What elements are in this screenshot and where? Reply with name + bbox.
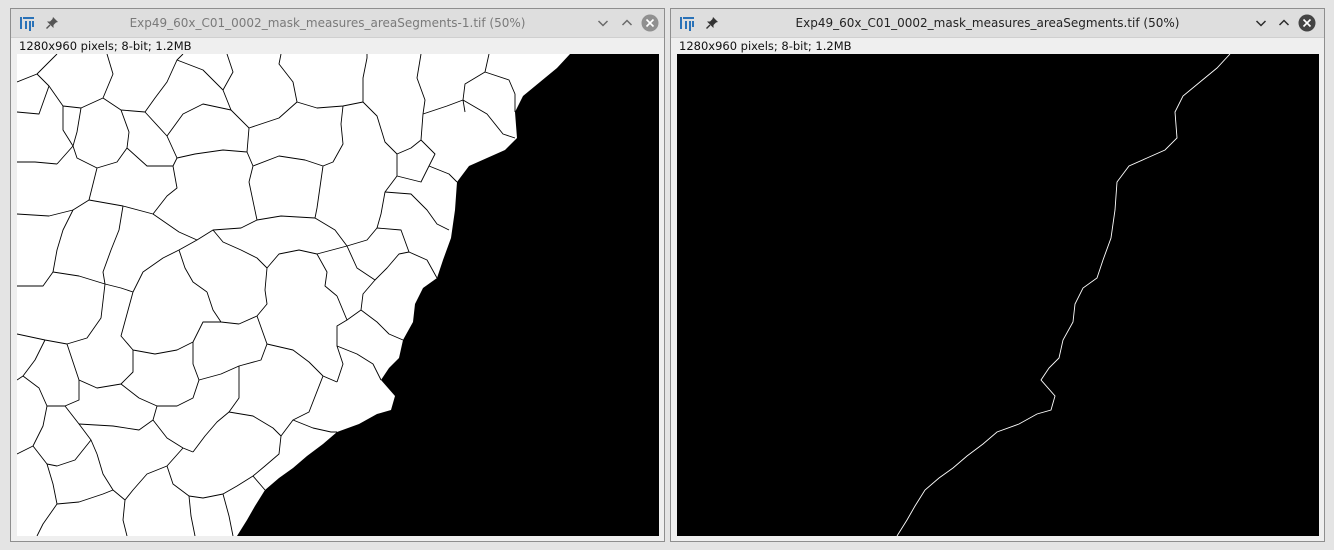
pin-icon[interactable] — [705, 16, 719, 30]
imagej-icon[interactable] — [19, 15, 35, 31]
image-canvas[interactable] — [17, 54, 659, 536]
image-info: 1280x960 pixels; 8-bit; 1.2MB — [19, 39, 192, 53]
close-button[interactable] — [1298, 14, 1316, 32]
chevron-up-icon — [621, 19, 633, 26]
minimize-button[interactable] — [594, 14, 612, 32]
image-info: 1280x960 pixels; 8-bit; 1.2MB — [679, 39, 852, 53]
close-button[interactable] — [641, 14, 659, 32]
window-title: Exp49_60x_C01_0002_mask_measures_areaSeg… — [129, 16, 526, 30]
minimize-button[interactable] — [1252, 14, 1270, 32]
close-icon — [641, 14, 659, 32]
title-bar[interactable]: Exp49_60x_C01_0002_mask_measures_areaSeg… — [11, 9, 664, 38]
maximize-button[interactable] — [618, 14, 636, 32]
segmented-cells-image — [17, 54, 659, 536]
image-window-left[interactable]: Exp49_60x_C01_0002_mask_measures_areaSeg… — [10, 8, 665, 542]
maximize-button[interactable] — [1275, 14, 1293, 32]
window-title: Exp49_60x_C01_0002_mask_measures_areaSeg… — [795, 16, 1180, 30]
chevron-up-icon — [1278, 19, 1290, 26]
chevron-down-icon — [1255, 20, 1267, 27]
pin-icon[interactable] — [45, 16, 59, 30]
chevron-down-icon — [597, 20, 609, 27]
image-window-right[interactable]: Exp49_60x_C01_0002_mask_measures_areaSeg… — [670, 8, 1325, 542]
title-bar[interactable]: Exp49_60x_C01_0002_mask_measures_areaSeg… — [671, 9, 1324, 38]
imagej-icon[interactable] — [679, 15, 695, 31]
image-canvas[interactable] — [677, 54, 1319, 536]
edge-outline-image — [677, 54, 1319, 536]
close-icon — [1298, 14, 1316, 32]
